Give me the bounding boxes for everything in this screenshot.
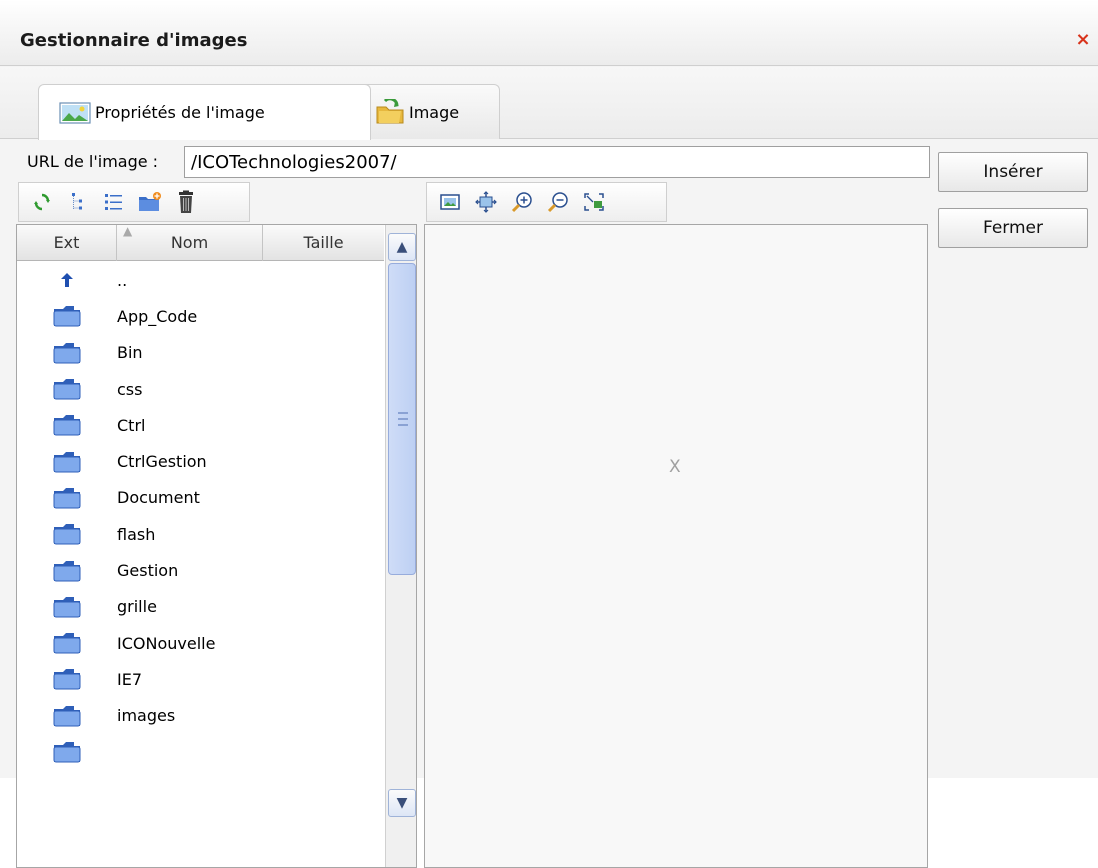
list-item-name: flash [117, 524, 156, 544]
image-folder-icon [375, 99, 405, 125]
preview-placeholder: X [669, 457, 681, 477]
list-item-name: CtrlGestion [117, 452, 207, 472]
file-list-rows: .. App_Code Bin css Ctrl CtrlGestion Doc… [17, 262, 384, 770]
folder-icon [17, 560, 117, 582]
insert-button[interactable]: Insérer [938, 152, 1088, 192]
list-item[interactable]: grille [17, 589, 384, 625]
column-header-name[interactable]: ▲ Nom [117, 225, 263, 261]
list-item[interactable]: images [17, 698, 384, 734]
tab-bar: Image Propriétés de l'image [0, 67, 1098, 140]
close-button[interactable]: Fermer [938, 208, 1088, 248]
list-view-icon[interactable] [101, 189, 127, 215]
list-item-name: css [117, 379, 143, 399]
zoom-in-icon[interactable] [509, 189, 535, 215]
folder-icon [17, 487, 117, 509]
refresh-icon[interactable] [29, 189, 55, 215]
list-item-name: Bin [117, 343, 143, 363]
list-item-name: .. [117, 270, 128, 290]
list-item[interactable]: App_Code [17, 298, 384, 334]
list-item-name: ICONouvelle [117, 633, 216, 653]
list-item[interactable]: Gestion [17, 552, 384, 588]
list-item-name: Ctrl [117, 415, 146, 435]
scrollbar-thumb[interactable] [388, 263, 416, 575]
column-header-name-label: Nom [170, 233, 209, 252]
tab-image-label: Image [409, 102, 460, 122]
close-dialog-button[interactable]: × [1074, 30, 1092, 50]
delete-icon[interactable] [173, 189, 199, 215]
image-manager-dialog: Gestionnaire d'images × Image Propriétés… [0, 0, 1098, 868]
folder-icon [17, 632, 117, 654]
folder-icon [17, 596, 117, 618]
file-list-scrollbar[interactable]: ▲ ▼ [385, 225, 416, 867]
column-header-ext[interactable]: Ext [17, 225, 117, 261]
tab-image-properties[interactable]: Propriétés de l'image [38, 84, 371, 140]
title-bar: Gestionnaire d'images × [0, 0, 1098, 66]
scroll-up-icon[interactable]: ▲ [388, 233, 416, 261]
folder-icon [17, 668, 117, 690]
list-item-name: images [117, 706, 176, 726]
list-item[interactable]: Bin [17, 335, 384, 371]
image-preview-panel: X [424, 224, 928, 868]
folder-icon [17, 741, 117, 763]
list-item[interactable]: flash [17, 516, 384, 552]
list-item[interactable]: IE7 [17, 661, 384, 697]
folder-icon [17, 705, 117, 727]
list-item[interactable]: css [17, 371, 384, 407]
file-list-header: Ext ▲ Nom Taille [17, 225, 384, 261]
list-item-name: Document [117, 488, 200, 508]
list-item-name: grille [117, 597, 157, 617]
folder-icon [17, 414, 117, 436]
folder-icon [17, 305, 117, 327]
list-item-partial[interactable] [17, 734, 384, 770]
file-list-panel: Ext ▲ Nom Taille .. App_Code Bin css Ctr… [16, 224, 417, 868]
up-arrow-icon [17, 272, 117, 288]
folder-icon [17, 451, 117, 473]
actual-size-icon[interactable] [473, 189, 499, 215]
list-item[interactable]: Document [17, 480, 384, 516]
folder-icon [17, 342, 117, 364]
new-folder-icon[interactable] [137, 189, 163, 215]
zoom-out-icon[interactable] [545, 189, 571, 215]
scroll-down-icon[interactable]: ▼ [388, 789, 416, 817]
sort-asc-icon: ▲ [123, 224, 133, 238]
list-item-name: IE7 [117, 669, 143, 689]
folder-icon [17, 378, 117, 400]
preview-toolbar [426, 182, 667, 222]
list-item[interactable]: CtrlGestion [17, 443, 384, 479]
list-item-parent[interactable]: .. [17, 262, 384, 298]
dialog-body: URL de l'image : Insérer Fermer [0, 140, 1098, 868]
picture-icon [59, 101, 91, 124]
fullscreen-icon[interactable] [581, 189, 607, 215]
dialog-title: Gestionnaire d'images [20, 30, 248, 51]
grip-icon [398, 412, 408, 426]
file-browser-toolbar [18, 182, 250, 222]
tab-image-properties-label: Propriétés de l'image [95, 103, 265, 122]
image-url-input[interactable] [184, 146, 930, 178]
column-header-size[interactable]: Taille [263, 225, 384, 261]
list-item-name: App_Code [117, 306, 198, 326]
list-item-name: Gestion [117, 561, 179, 581]
folder-icon [17, 523, 117, 545]
list-item[interactable]: Ctrl [17, 407, 384, 443]
list-item[interactable]: ICONouvelle [17, 625, 384, 661]
fit-image-icon[interactable] [437, 189, 463, 215]
tree-view-icon[interactable] [65, 189, 91, 215]
url-label: URL de l'image : [27, 152, 159, 171]
